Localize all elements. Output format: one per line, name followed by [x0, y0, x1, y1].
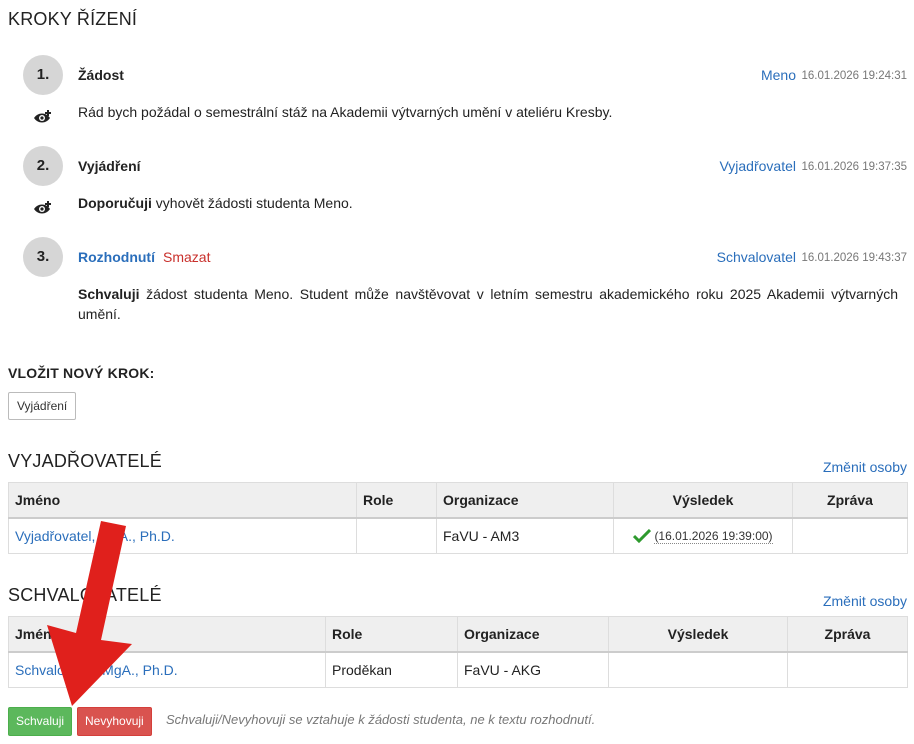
- step-title: Žádost: [78, 67, 124, 83]
- reviewer-role: [356, 517, 437, 554]
- step-text: Rád bych požádal o semestrální stáž na A…: [78, 102, 612, 122]
- change-reviewers-link[interactable]: Změnit osoby: [823, 459, 907, 475]
- approvers-title: SCHVALOVATELÉ: [8, 585, 162, 605]
- step-title: Vyjádření: [78, 158, 141, 174]
- approver-message: [787, 651, 908, 688]
- step-text-bold: Doporučuji: [78, 195, 152, 211]
- visibility-icon[interactable]: [33, 109, 53, 125]
- reviewer-message: [792, 517, 908, 554]
- step-text-line: umění.: [78, 306, 121, 322]
- column-header[interactable]: Jméno: [8, 482, 357, 519]
- step-text-line: Schvaluji žádost studenta Meno. Student …: [78, 284, 898, 304]
- step-text: Doporučuji vyhovět žádosti studenta Meno…: [78, 193, 353, 213]
- reviewers-title: VYJADŘOVATELÉ: [8, 451, 162, 471]
- step-number: 2.: [23, 146, 63, 186]
- visibility-icon[interactable]: [33, 200, 53, 216]
- column-header[interactable]: Jméno: [8, 616, 326, 653]
- reviewer-organization: FaVU - AM3: [436, 517, 614, 554]
- column-header[interactable]: Zpráva: [787, 616, 908, 653]
- approvers-table: Jméno Role Organizace Výsledek Zpráva Sc…: [8, 616, 908, 688]
- new-step-title: VLOŽIT NOVÝ KROK:: [8, 365, 155, 381]
- step-number: 3.: [23, 237, 63, 277]
- column-header[interactable]: Role: [325, 616, 458, 653]
- reviewer-result-date: (16.01.2026 19:39:00): [654, 528, 773, 544]
- check-icon: [633, 529, 652, 544]
- step-text-body: Rád bych požádal o semestrální stáž na A…: [78, 104, 613, 120]
- step-number: 1.: [23, 55, 63, 95]
- step-person-link[interactable]: Schvalovatel: [717, 249, 796, 265]
- column-header[interactable]: Výsledek: [613, 482, 793, 519]
- add-statement-button[interactable]: Vyjádření: [8, 392, 77, 420]
- approve-button[interactable]: Schvaluji: [8, 707, 73, 736]
- approver-role: Proděkan: [325, 651, 458, 688]
- change-approvers-link[interactable]: Změnit osoby: [823, 593, 907, 609]
- reviewers-table: Jméno Role Organizace Výsledek Zpráva Vy…: [8, 482, 908, 554]
- step-text-bold: Schvaluji: [78, 286, 140, 302]
- column-header[interactable]: Role: [356, 482, 437, 519]
- step-person-link[interactable]: Vyjadřovatel: [719, 158, 796, 174]
- reject-button[interactable]: Nevyhovuji: [77, 707, 152, 736]
- steps-section-title: KROKY ŘÍZENÍ: [8, 9, 138, 29]
- actions-note: Schvaluji/Nevyhovuji se vztahuje k žádos…: [166, 712, 596, 727]
- table-row: Vyjadřovatel, MgA., Ph.D. FaVU - AM3 (16…: [8, 517, 908, 554]
- column-header[interactable]: Zpráva: [792, 482, 908, 519]
- delete-step-link[interactable]: Smazat: [163, 249, 210, 265]
- step-title-link[interactable]: Rozhodnutí: [78, 249, 155, 265]
- column-header[interactable]: Výsledek: [608, 616, 788, 653]
- table-header-row: Jméno Role Organizace Výsledek Zpráva: [8, 482, 908, 519]
- column-header[interactable]: Organizace: [436, 482, 614, 519]
- step-timestamp: 16.01.2026 19:37:35: [801, 161, 907, 173]
- step-text-body: žádost studenta Meno. Student může navšt…: [139, 286, 898, 302]
- step-timestamp: 16.01.2026 19:24:31: [801, 70, 907, 82]
- reviewer-name-link[interactable]: Vyjadřovatel, MgA., Ph.D.: [8, 517, 357, 554]
- column-header[interactable]: Organizace: [457, 616, 609, 653]
- step-person-link[interactable]: Meno: [761, 67, 796, 83]
- table-header-row: Jméno Role Organizace Výsledek Zpráva: [8, 616, 908, 653]
- approver-organization: FaVU - AKG: [457, 651, 609, 688]
- table-row: Schvalovatel, MgA., Ph.D. Proděkan FaVU …: [8, 651, 908, 688]
- approver-result: [608, 651, 788, 688]
- approver-name-link[interactable]: Schvalovatel, MgA., Ph.D.: [8, 651, 326, 688]
- step-timestamp: 16.01.2026 19:43:37: [801, 252, 907, 264]
- reviewer-result: (16.01.2026 19:39:00): [613, 517, 793, 554]
- step-text-body: vyhovět žádosti studenta Meno.: [151, 195, 353, 211]
